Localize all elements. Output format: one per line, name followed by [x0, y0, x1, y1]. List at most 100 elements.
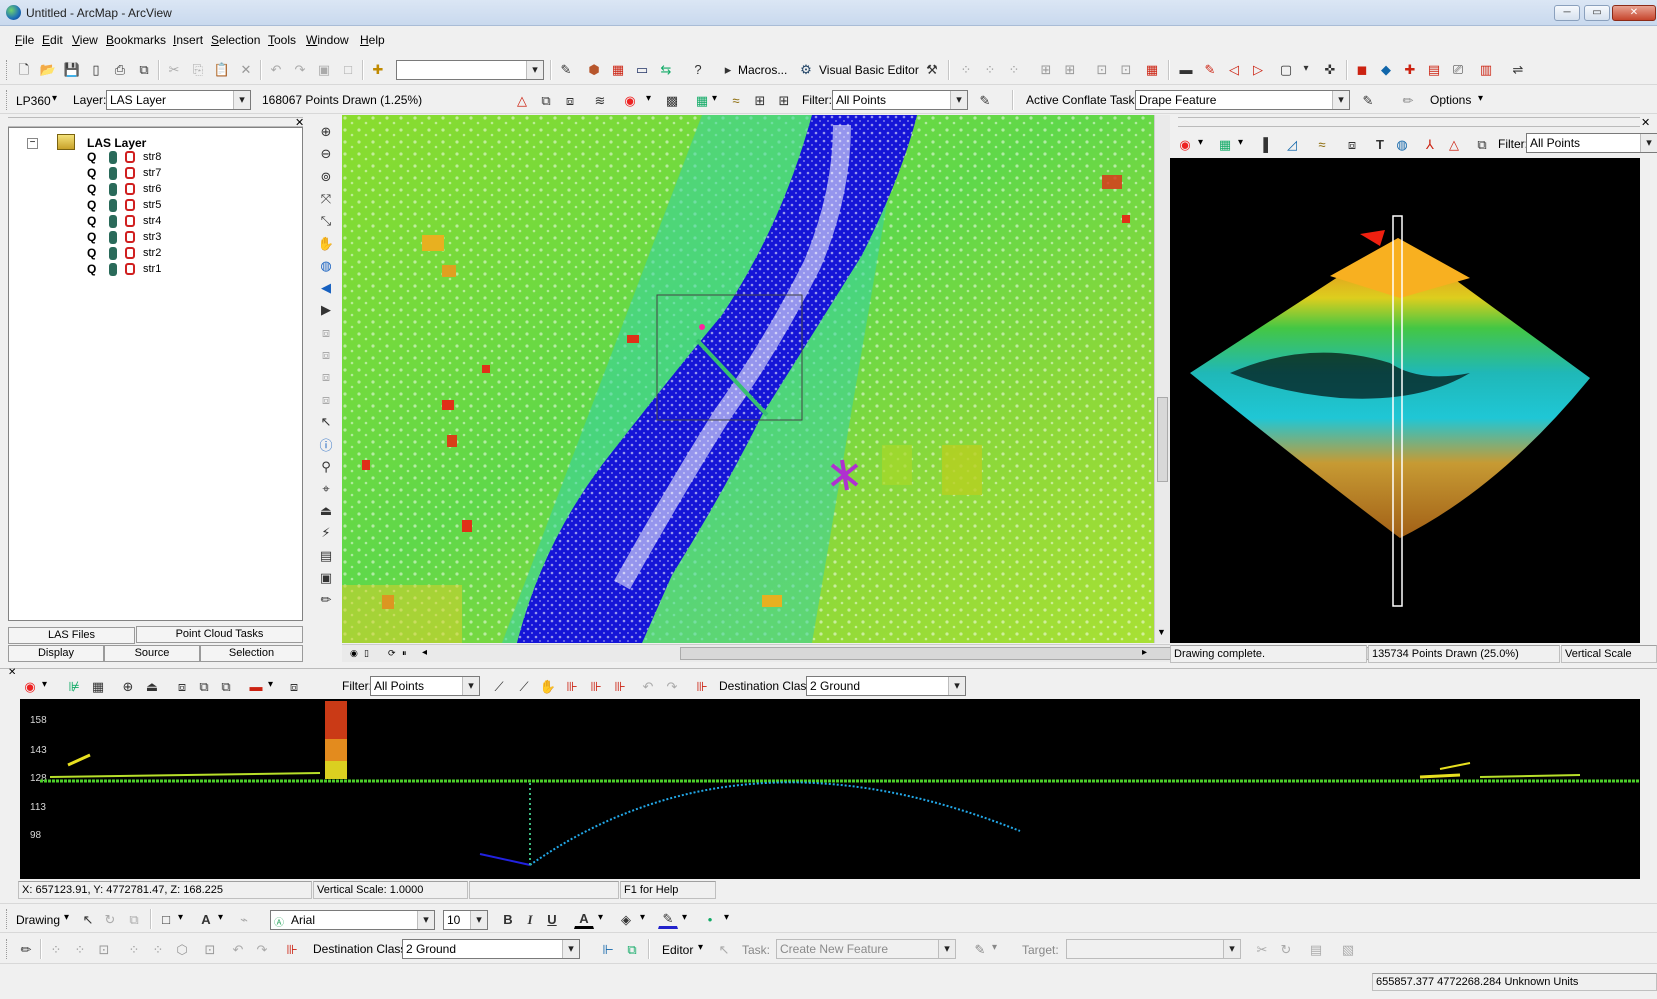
editor-destination-class-combo[interactable]: 2 Ground [402, 939, 580, 959]
print-icon[interactable]: ⎙ [110, 59, 130, 79]
tab-display[interactable]: Display [8, 645, 104, 662]
profile-draw-icon[interactable]: ⏏ [142, 676, 162, 696]
pause-icon[interactable]: ⏸ [402, 648, 407, 659]
editor-tool-2-icon[interactable]: ⧉ [622, 939, 642, 959]
layout-view-icon[interactable]: ▯ [364, 648, 369, 659]
rectangle-dropdown-icon[interactable]: ▾ [178, 912, 183, 923]
select-disabled-3-icon[interactable]: ⧈ [316, 367, 336, 387]
identify-icon[interactable]: ⓘ [316, 434, 336, 454]
attributes-icon[interactable]: ▤ [1306, 939, 1326, 959]
profile-copy-icon[interactable]: ⧉ [216, 676, 236, 696]
options-button[interactable]: Options [1430, 93, 1471, 107]
classify-tool-6-icon[interactable]: ⊪ [610, 676, 630, 696]
tab-point-cloud-tasks[interactable]: Point Cloud Tasks [136, 626, 303, 643]
line-color-icon[interactable]: ✎ [658, 909, 678, 929]
task-combo[interactable]: Create New Feature [776, 939, 956, 959]
menu-file[interactable]: File [15, 33, 34, 47]
edit-grid-6-icon[interactable]: ⬡ [172, 939, 192, 959]
command-line-icon[interactable]: ▭ [632, 59, 652, 79]
grid-tool-4-icon[interactable]: ⊞ [1036, 59, 1056, 79]
profile-line-icon[interactable]: ▬ [246, 676, 266, 696]
view3d-color-dropdown-icon[interactable]: ▾ [1198, 137, 1203, 148]
table-icon[interactable]: ▦ [1142, 59, 1162, 79]
grid-tool-6-icon[interactable]: ⊡ [1092, 59, 1112, 79]
lp360-menu[interactable]: LP360 [16, 94, 51, 108]
view3d-grip[interactable] [1178, 117, 1640, 127]
layer-tool-icon[interactable]: ⧉ [536, 90, 556, 110]
map-hscroll-left-icon[interactable]: ◂ [422, 647, 427, 658]
tab-selection[interactable]: Selection [200, 645, 303, 662]
report-icon[interactable]: ▥ [1476, 59, 1496, 79]
font-color-dropdown-icon[interactable]: ▾ [598, 912, 603, 923]
copy-icon[interactable]: ⎘ [188, 59, 208, 79]
view3d-class-icon[interactable]: ▦ [1215, 134, 1235, 154]
minimize-button[interactable]: ─ [1554, 5, 1580, 21]
classify-tool-4-icon[interactable]: ⊪ [562, 676, 582, 696]
macros-button[interactable]: Macros... [738, 63, 787, 77]
tab-source[interactable]: Source [104, 645, 200, 662]
edit-grid-4-icon[interactable]: ⁘ [124, 939, 144, 959]
tab-las-files[interactable]: LAS Files [8, 627, 135, 644]
menu-window[interactable]: Window [306, 33, 349, 47]
sync-icon[interactable]: ⇌ [1508, 59, 1528, 79]
view3d-color-icon[interactable]: ◉ [1175, 134, 1195, 154]
profile-undo-icon[interactable]: ↶ [638, 676, 658, 696]
toolbox-icon[interactable]: ▦ [608, 59, 628, 79]
redo-icon[interactable]: ↷ [290, 59, 310, 79]
fill-color-dropdown-icon[interactable]: ▾ [640, 912, 645, 923]
grid-tool-1-icon[interactable]: ⁘ [956, 59, 976, 79]
delete-icon[interactable]: ✕ [236, 59, 256, 79]
lidar-tool-2-icon[interactable]: ✎ [1200, 59, 1220, 79]
profile-view[interactable]: 158 143 128 113 98 [20, 699, 1640, 879]
grid-tool-3-icon[interactable]: ⁘ [1004, 59, 1024, 79]
select-features-icon[interactable]: ▣ [314, 59, 334, 79]
fill-color-icon[interactable]: ◈ [616, 909, 636, 929]
map-hscroll-right-icon[interactable]: ▸ [1142, 647, 1147, 658]
class-icon[interactable]: ▦ [692, 90, 712, 110]
data-view-icon[interactable]: ◉ [350, 648, 358, 659]
mesh-icon[interactable]: ⊞ [774, 90, 794, 110]
view3d-contour-icon[interactable]: ≈ [1312, 134, 1332, 154]
menu-insert[interactable]: Insert [173, 33, 203, 47]
lp360-dropdown-icon[interactable]: ▾ [52, 93, 57, 104]
export-icon[interactable]: ⎚ [1448, 59, 1468, 79]
text-dropdown-icon[interactable]: ▾ [218, 912, 223, 923]
profile-points[interactable] [20, 699, 1640, 879]
toolbar-grip[interactable] [6, 60, 9, 80]
menu-selection[interactable]: Selection [211, 33, 260, 47]
editor-toolbar-icon[interactable]: ✎ [556, 59, 576, 79]
filter-combo[interactable]: All Points [832, 90, 968, 110]
profile-color-icon[interactable]: ◉ [20, 676, 40, 696]
customize-icon[interactable]: ⚒ [922, 59, 942, 79]
toolbar-grip[interactable] [6, 939, 9, 959]
profile-classify-icon[interactable]: ⊪ [692, 676, 712, 696]
view3d-layer-icon[interactable]: ⧈ [1342, 134, 1362, 154]
conflate-task-combo[interactable]: Drape Feature [1135, 90, 1350, 110]
hyperlink-icon[interactable]: ⚡ [316, 523, 336, 543]
grid-tool-2-icon[interactable]: ⁘ [980, 59, 1000, 79]
pencil-icon[interactable]: ✏ [1398, 90, 1418, 110]
profile-view-icon[interactable]: ⧉ [194, 676, 214, 696]
contour-icon[interactable]: ≈ [726, 90, 746, 110]
line-color-dropdown-icon[interactable]: ▾ [682, 912, 687, 923]
edit-grid-7-icon[interactable]: ⊡ [200, 939, 220, 959]
profile-layer-icon[interactable]: ⧈ [172, 676, 192, 696]
profile-color-dropdown-icon[interactable]: ▾ [42, 679, 47, 690]
new-document-icon[interactable]: 🗋 [14, 59, 34, 79]
editor-tool-1-icon[interactable]: ⊩ [598, 939, 618, 959]
profile-grid-icon[interactable]: ▦ [88, 676, 108, 696]
view3d-class-dropdown-icon[interactable]: ▾ [1238, 137, 1243, 148]
select-disabled-2-icon[interactable]: ⧈ [316, 345, 336, 365]
view3d-profile-icon[interactable]: ◿ [1282, 134, 1302, 154]
view3d-copy-icon[interactable]: ⧉ [1472, 134, 1492, 154]
font-size-combo[interactable]: 10 [443, 910, 488, 930]
edit-classify-icon[interactable]: ⊪ [282, 939, 302, 959]
classify-tool-1-icon[interactable]: ⟋ [489, 676, 509, 696]
paste-icon[interactable]: 📋 [212, 59, 232, 79]
toolbar-grip[interactable] [6, 90, 9, 110]
point-cloud-3d-view[interactable] [1170, 158, 1640, 643]
menu-tools[interactable]: Tools [268, 33, 296, 47]
profile-redo-icon[interactable]: ↷ [662, 676, 682, 696]
edit-pen-icon[interactable]: ✏ [316, 590, 336, 610]
edit-undo-icon[interactable]: ↶ [228, 939, 248, 959]
